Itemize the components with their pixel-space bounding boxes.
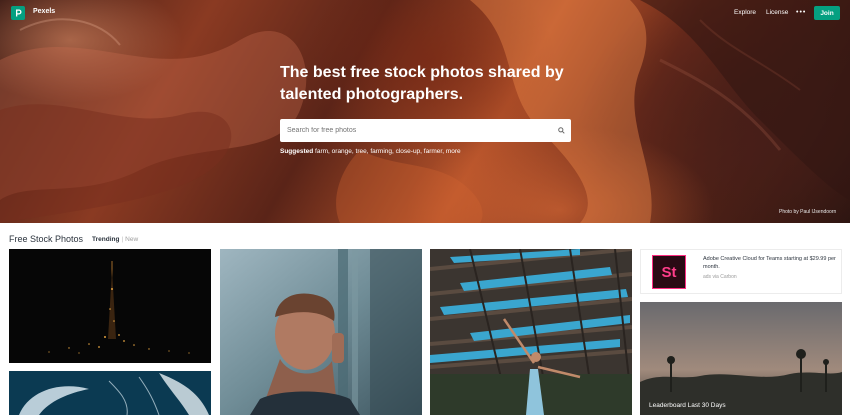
search-icon[interactable] bbox=[558, 127, 565, 134]
gallery-tabs: Trending | New bbox=[92, 236, 138, 243]
suggested-label: Suggested bbox=[280, 148, 314, 155]
pexels-logo-icon[interactable] bbox=[11, 6, 25, 20]
tab-trending[interactable]: Trending bbox=[92, 236, 119, 243]
photo-dancer-pergola[interactable] bbox=[430, 249, 632, 415]
leaderboard-image bbox=[640, 302, 842, 415]
ad-text[interactable]: Adobe Creative Cloud for Teams starting … bbox=[703, 255, 841, 271]
search-input[interactable] bbox=[280, 119, 550, 142]
sponsored-ad[interactable]: St Adobe Creative Cloud for Teams starti… bbox=[640, 249, 842, 294]
photo-credit[interactable]: Photo by Paul IJsendoorn bbox=[779, 209, 836, 215]
city-night-image bbox=[9, 249, 211, 363]
gallery-title: Free Stock Photos bbox=[9, 234, 84, 244]
top-navigation: Pexels Explore License ••• Join bbox=[0, 0, 850, 26]
tab-new[interactable]: New bbox=[125, 236, 138, 243]
nav-license-link[interactable]: License bbox=[766, 9, 788, 16]
jellyfish-image bbox=[9, 371, 211, 415]
nav-explore-link[interactable]: Explore bbox=[734, 9, 756, 16]
more-menu-icon[interactable]: ••• bbox=[796, 9, 806, 16]
brand-name[interactable]: Pexels bbox=[33, 8, 55, 15]
adobe-stock-logo-icon[interactable]: St bbox=[652, 255, 686, 289]
ad-logo-text: St bbox=[661, 263, 677, 281]
man-portrait-image bbox=[220, 249, 422, 415]
hero-banner: Pexels Explore License ••• Join The best… bbox=[0, 0, 850, 223]
dancer-pergola-image bbox=[430, 249, 632, 415]
search-box bbox=[280, 119, 571, 142]
join-button[interactable]: Join bbox=[814, 6, 840, 20]
ad-via-carbon[interactable]: ads via Carbon bbox=[703, 274, 737, 280]
photo-man-portrait[interactable] bbox=[220, 249, 422, 415]
photo-jellyfish[interactable] bbox=[9, 371, 211, 415]
leaderboard-label[interactable]: Leaderboard Last 30 Days bbox=[649, 402, 726, 409]
photo-city-night[interactable] bbox=[9, 249, 211, 363]
tab-separator: | bbox=[121, 236, 124, 243]
leaderboard-card[interactable] bbox=[640, 302, 842, 415]
canyon-texture bbox=[0, 0, 850, 223]
hero-headline: The best free stock photos shared by tal… bbox=[280, 64, 564, 103]
suggested-searches: Suggested farm, orange, tree, farming, c… bbox=[280, 148, 461, 155]
suggested-terms[interactable]: farm, orange, tree, farming, close-up, f… bbox=[315, 148, 461, 155]
